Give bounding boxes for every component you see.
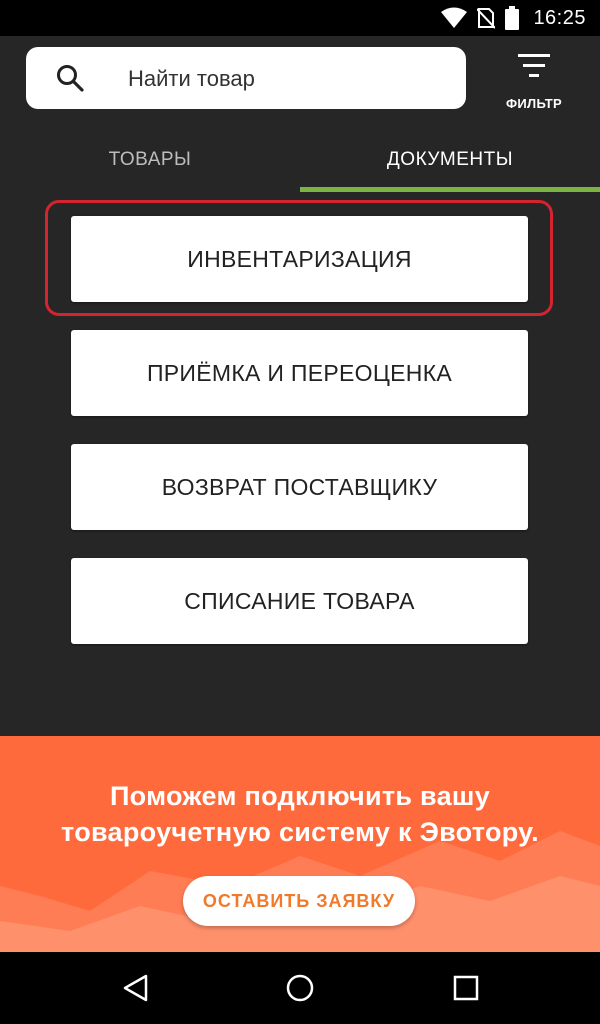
write-off-button[interactable]: СПИСАНИЕ ТОВАРА [71,558,528,644]
tab-documents[interactable]: ДОКУМЕНТЫ [300,130,600,192]
back-icon[interactable] [120,972,152,1004]
status-bar: 16:25 [0,0,600,36]
battery-icon [505,6,520,30]
status-time: 16:25 [533,6,586,29]
home-icon[interactable] [284,972,316,1004]
filter-icon [518,54,550,77]
filter-button[interactable]: ФИЛЬТР [494,46,574,116]
tab-label: ДОКУМЕНТЫ [386,149,514,170]
status-icons: 16:25 [441,6,586,30]
no-sim-icon [477,8,496,29]
filter-label: ФИЛЬТР [505,96,562,111]
tab-products[interactable]: ТОВАРЫ [0,130,300,192]
search-icon[interactable] [56,64,84,92]
supplier-return-button[interactable]: ВОЗВРАТ ПОСТАВЩИКУ [71,444,528,530]
leave-request-button[interactable]: ОСТАВИТЬ ЗАЯВКУ [183,876,415,926]
button-label: ВОЗВРАТ ПОСТАВЩИКУ [161,473,438,500]
promo-line-1: Поможем подключить вашу [109,781,491,811]
recents-icon[interactable] [450,972,482,1004]
promo-line-2: товароучетную систему к Эвотору. [61,817,539,847]
receiving-repricing-button[interactable]: ПРИЁМКА И ПЕРЕОЦЕНКА [71,330,528,416]
active-tab-indicator [300,187,600,192]
tab-bar: ТОВАРЫ ДОКУМЕНТЫ [0,130,600,192]
promo-text: Поможем подключить вашу товароучетную си… [0,778,600,850]
wifi-icon [441,7,468,28]
promo-banner: Поможем подключить вашу товароучетную си… [0,736,600,952]
button-label: СПИСАНИЕ ТОВАРА [184,587,415,614]
button-label: ПРИЁМКА И ПЕРЕОЦЕНКА [146,359,453,386]
tab-label: ТОВАРЫ [108,149,192,170]
search-input[interactable] [126,47,450,111]
inventory-button[interactable]: ИНВЕНТАРИЗАЦИЯ [71,216,528,302]
button-label: ИНВЕНТАРИЗАЦИЯ [187,245,412,272]
navigation-bar [0,952,600,1024]
search-box[interactable] [26,47,466,111]
app-bar: ФИЛЬТР ТОВАРЫ ДОКУМЕНТЫ [0,36,600,192]
